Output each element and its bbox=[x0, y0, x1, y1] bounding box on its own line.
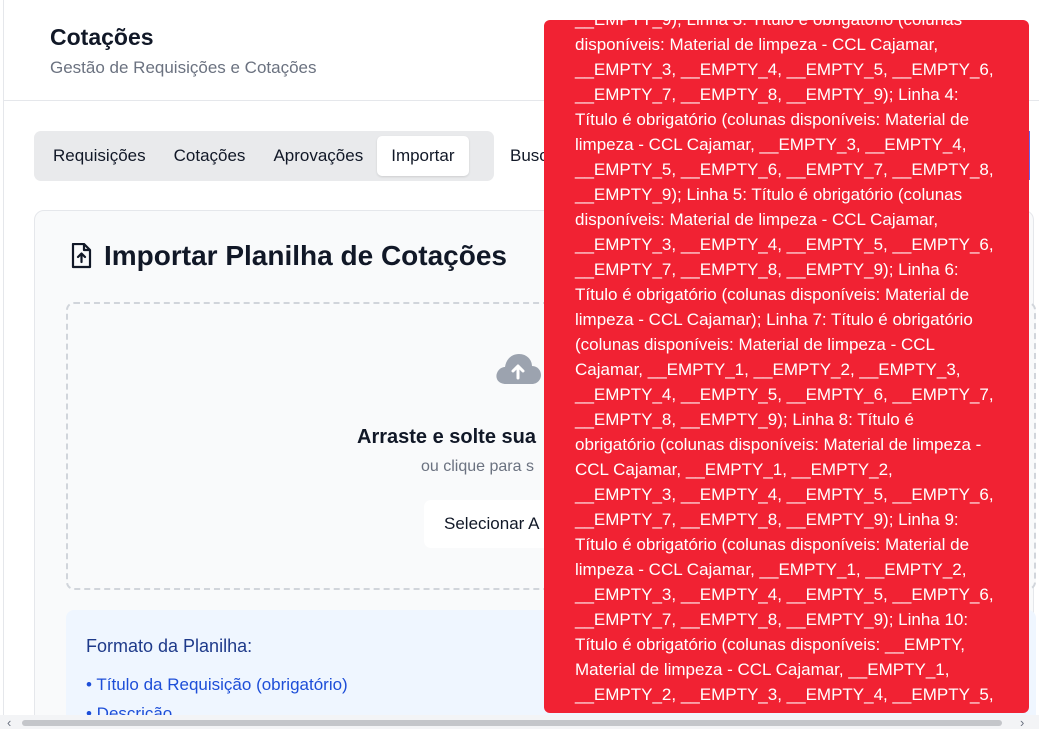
tab-bar: Requisições Cotações Aprovações Importar bbox=[34, 131, 494, 181]
chevron-right-icon[interactable]: › bbox=[1020, 715, 1024, 729]
page-title: Cotações bbox=[50, 24, 154, 50]
page-subtitle: Gestão de Requisições e Cotações bbox=[50, 58, 317, 77]
import-card-title: Importar Planilha de Cotações bbox=[70, 240, 507, 272]
cloud-upload-icon bbox=[496, 354, 541, 384]
tab-requisicoes[interactable]: Requisições bbox=[39, 136, 160, 176]
tab-cotacoes[interactable]: Cotações bbox=[160, 136, 260, 176]
chevron-left-icon[interactable]: ‹ bbox=[7, 715, 11, 729]
file-upload-icon bbox=[71, 243, 92, 269]
tab-aprovacoes[interactable]: Aprovações bbox=[259, 136, 377, 176]
format-item: • Título da Requisição (obrigatório) bbox=[86, 675, 348, 694]
tab-buscar-partial[interactable]: Busc bbox=[510, 146, 548, 166]
import-card-title-text: Importar Planilha de Cotações bbox=[104, 240, 507, 271]
scrollbar-thumb[interactable] bbox=[22, 720, 1002, 726]
error-message: __EMPTY_9); Linha 3: Título é obrigatóri… bbox=[575, 20, 994, 713]
tab-importar[interactable]: Importar bbox=[377, 136, 469, 176]
left-border bbox=[3, 0, 4, 715]
dropzone-subtitle: ou clique para s bbox=[421, 458, 534, 475]
error-toast[interactable]: __EMPTY_9); Linha 3: Título é obrigatóri… bbox=[544, 20, 1029, 713]
app-window: Cotações Gestão de Requisições e Cotaçõe… bbox=[0, 0, 1039, 729]
format-title: Formato da Planilha: bbox=[86, 636, 253, 656]
dropzone-title: Arraste e solte sua bbox=[357, 426, 536, 448]
